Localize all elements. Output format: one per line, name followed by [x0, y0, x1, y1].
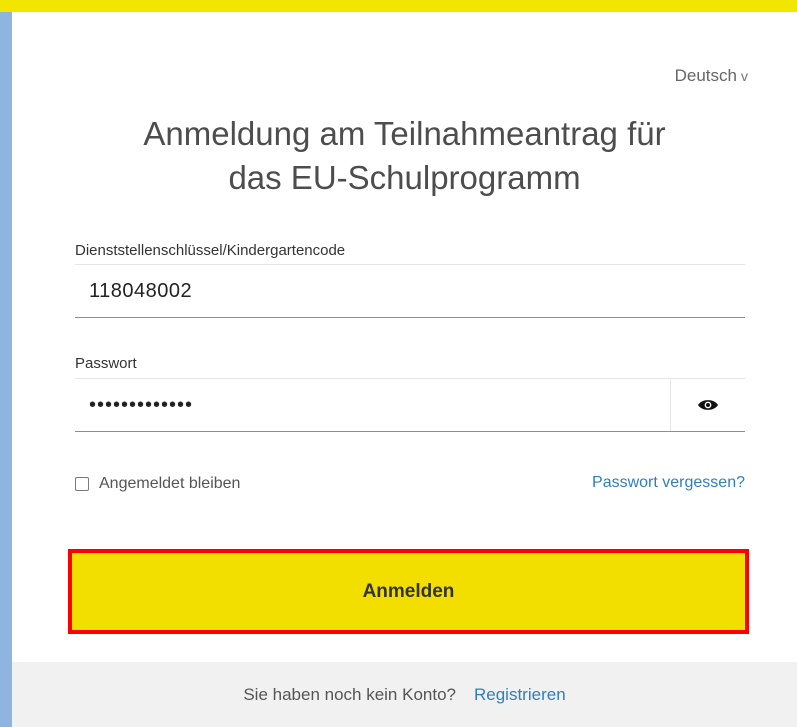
- page-title: Anmeldung am Teilnahmeantrag für das EU-…: [12, 112, 797, 200]
- remember-label: Angemeldet bleiben: [99, 475, 241, 492]
- title-line-2: das EU-Schulprogramm: [228, 159, 581, 196]
- top-accent-bar: [0, 0, 797, 12]
- login-button-label: Anmelden: [362, 580, 455, 602]
- eye-icon: [698, 400, 718, 410]
- show-password-button[interactable]: [670, 379, 745, 431]
- code-label: Dienststellenschlüssel/Kindergartencode: [75, 242, 346, 259]
- remember-me[interactable]: Angemeldet bleiben: [75, 475, 240, 493]
- language-selector[interactable]: Deutsch v: [675, 66, 748, 86]
- code-value: 118048002: [89, 279, 193, 302]
- code-field[interactable]: 118048002: [75, 264, 745, 318]
- password-value: •••••••••••••: [89, 393, 194, 416]
- forgot-password-link[interactable]: Passwort vergessen?: [592, 474, 745, 492]
- footer: Sie haben noch kein Konto? Registrieren: [12, 662, 797, 727]
- login-card: Deutsch v Anmeldung am Teilnahmeantrag fü…: [12, 12, 797, 727]
- title-line-1: Anmeldung am Teilnahmeantrag für: [143, 115, 666, 152]
- register-link[interactable]: Registrieren: [474, 685, 566, 705]
- remember-checkbox[interactable]: [75, 477, 89, 491]
- chevron-down-icon: v: [741, 68, 748, 84]
- language-label: Deutsch: [674, 66, 737, 85]
- password-label: Passwort: [75, 355, 137, 372]
- no-account-text: Sie haben noch kein Konto?: [243, 684, 456, 704]
- password-field[interactable]: •••••••••••••: [75, 378, 745, 432]
- login-button[interactable]: Anmelden: [68, 549, 749, 634]
